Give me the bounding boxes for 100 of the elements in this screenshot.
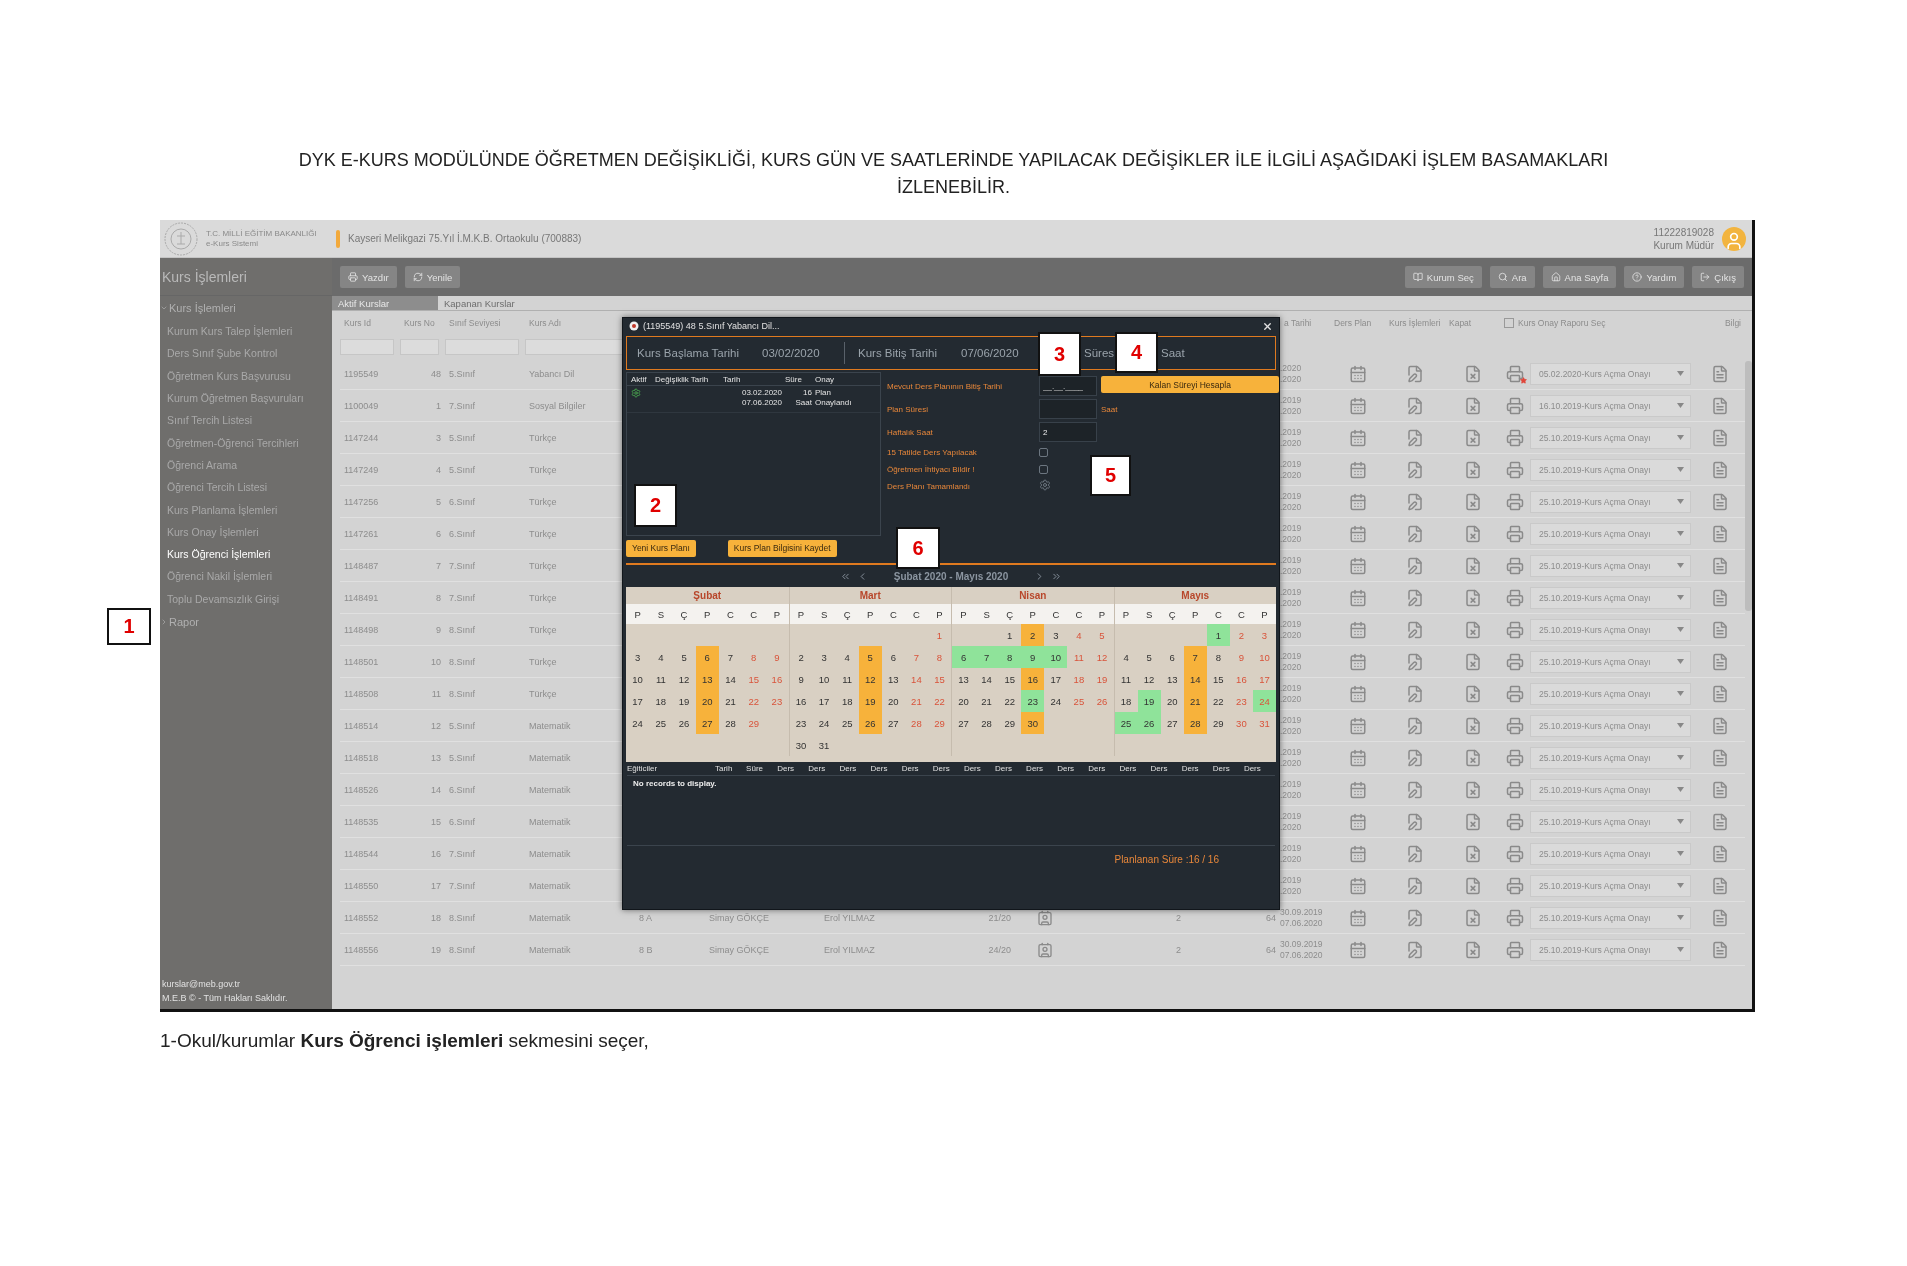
calendar-day[interactable]: 25 [1114, 712, 1138, 734]
calendar-day[interactable]: 3 [626, 646, 650, 668]
document-icon[interactable] [1711, 844, 1729, 863]
edit-document-icon[interactable] [1406, 812, 1424, 831]
printer-icon[interactable] [1506, 396, 1524, 415]
edit-document-icon[interactable] [1406, 588, 1424, 607]
printer-icon[interactable] [1506, 780, 1524, 799]
document-icon[interactable] [1711, 556, 1729, 575]
calendar-day[interactable]: 19 [858, 690, 882, 712]
calendar-icon[interactable] [1348, 812, 1367, 831]
calendar-day[interactable]: 11 [649, 668, 673, 690]
scrollbar[interactable] [1745, 361, 1752, 611]
document-cross-icon[interactable] [1463, 652, 1482, 671]
calendar-day[interactable]: 10 [812, 668, 836, 690]
calendar-day[interactable]: 7 [1183, 646, 1207, 668]
document-cross-icon[interactable] [1463, 716, 1482, 735]
calendar-day[interactable]: 15 [998, 668, 1022, 690]
calendar-day[interactable]: 26 [858, 712, 882, 734]
calendar-day[interactable]: 20 [695, 690, 719, 712]
calendar-icon[interactable] [1348, 716, 1367, 735]
action-button[interactable]: Kurs Plan Bilgisini Kaydet [727, 539, 837, 557]
document-icon[interactable] [1711, 492, 1729, 511]
document-cross-icon[interactable] [1463, 492, 1482, 511]
calendar-day[interactable]: 11 [1114, 668, 1138, 690]
printer-icon[interactable] [1506, 460, 1524, 479]
calendar-day[interactable]: 6 [695, 646, 719, 668]
calendar-day[interactable]: 8 [998, 646, 1022, 668]
document-cross-icon[interactable] [1463, 588, 1482, 607]
calendar-icon[interactable] [1348, 652, 1367, 671]
gear-icon[interactable] [631, 388, 641, 398]
calendar-day[interactable]: 20 [1160, 690, 1184, 712]
calendar-day[interactable]: 27 [695, 712, 719, 734]
calendar-day[interactable]: 17 [626, 690, 650, 712]
calendar-day[interactable]: 1 [1206, 624, 1230, 646]
calendar-day[interactable]: 7 [975, 646, 999, 668]
calendar-day[interactable]: 24 [812, 712, 836, 734]
calendar-day[interactable]: 1 [998, 624, 1022, 646]
calendar-day[interactable]: 13 [952, 668, 976, 690]
document-cross-icon[interactable] [1463, 428, 1482, 447]
document-icon[interactable] [1711, 716, 1729, 735]
edit-document-icon[interactable] [1406, 652, 1424, 671]
edit-document-icon[interactable] [1406, 364, 1424, 383]
document-cross-icon[interactable] [1463, 556, 1482, 575]
document-cross-icon[interactable] [1463, 364, 1482, 383]
calendar-day[interactable]: 4 [649, 646, 673, 668]
calendar-day[interactable]: 28 [975, 712, 999, 734]
calendar-icon[interactable] [1348, 492, 1367, 511]
calendar-day[interactable]: 29 [998, 712, 1022, 734]
date-field[interactable]: __.__.____ [1039, 376, 1097, 396]
calendar-day[interactable]: 12 [672, 668, 696, 690]
printer-icon[interactable] [1506, 748, 1524, 767]
document-icon[interactable] [1711, 652, 1729, 671]
document-cross-icon[interactable] [1463, 396, 1482, 415]
calendar-icon[interactable] [1348, 396, 1367, 415]
edit-document-icon[interactable] [1406, 780, 1424, 799]
document-icon[interactable] [1711, 396, 1729, 415]
document-icon[interactable] [1711, 620, 1729, 639]
calendar-day[interactable]: 22 [1206, 690, 1230, 712]
edit-document-icon[interactable] [1406, 748, 1424, 767]
calendar-day[interactable]: 20 [881, 690, 905, 712]
calendar-day[interactable]: 29 [1206, 712, 1230, 734]
calendar-day[interactable]: 6 [1160, 646, 1184, 668]
calendar-icon[interactable] [1348, 428, 1367, 447]
calendar-day[interactable]: 27 [881, 712, 905, 734]
document-cross-icon[interactable] [1463, 940, 1482, 959]
calendar-day[interactable]: 9 [1021, 646, 1045, 668]
edit-document-icon[interactable] [1406, 428, 1424, 447]
edit-document-icon[interactable] [1406, 556, 1424, 575]
calendar-day[interactable]: 4 [835, 646, 859, 668]
calendar-day[interactable]: 31 [812, 734, 836, 756]
calendar-day[interactable]: 2 [1021, 624, 1045, 646]
calendar-day[interactable]: 13 [1160, 668, 1184, 690]
calendar-day[interactable]: 18 [649, 690, 673, 712]
calendar-icon[interactable] [1348, 524, 1367, 543]
calendar-day[interactable]: 22 [998, 690, 1022, 712]
id-card-icon[interactable] [1037, 909, 1053, 926]
action-button[interactable]: Yeni Kurs Planı [626, 539, 696, 557]
calendar-day[interactable]: 24 [1044, 690, 1068, 712]
calendar-day[interactable]: 18 [1114, 690, 1138, 712]
printer-icon[interactable] [1506, 716, 1524, 735]
calendar-day[interactable]: 12 [858, 668, 882, 690]
printer-icon[interactable] [1506, 876, 1524, 895]
calendar-day[interactable]: 30 [789, 734, 813, 756]
calendar-day[interactable]: 17 [812, 690, 836, 712]
edit-document-icon[interactable] [1406, 844, 1424, 863]
calendar-day[interactable]: 21 [1183, 690, 1207, 712]
document-cross-icon[interactable] [1463, 812, 1482, 831]
calendar-day[interactable]: 25 [649, 712, 673, 734]
calendar-icon[interactable] [1348, 460, 1367, 479]
calendar-day[interactable]: 8 [1206, 646, 1230, 668]
document-cross-icon[interactable] [1463, 620, 1482, 639]
edit-document-icon[interactable] [1406, 396, 1424, 415]
calendar-day[interactable]: 25 [835, 712, 859, 734]
calendar-icon[interactable] [1348, 556, 1367, 575]
document-icon[interactable] [1711, 940, 1729, 959]
checkbox[interactable] [1504, 318, 1514, 328]
printer-icon[interactable] [1506, 940, 1524, 959]
printer-icon[interactable] [1506, 652, 1524, 671]
calendar-day[interactable]: 28 [1183, 712, 1207, 734]
calendar-icon[interactable] [1348, 364, 1367, 383]
